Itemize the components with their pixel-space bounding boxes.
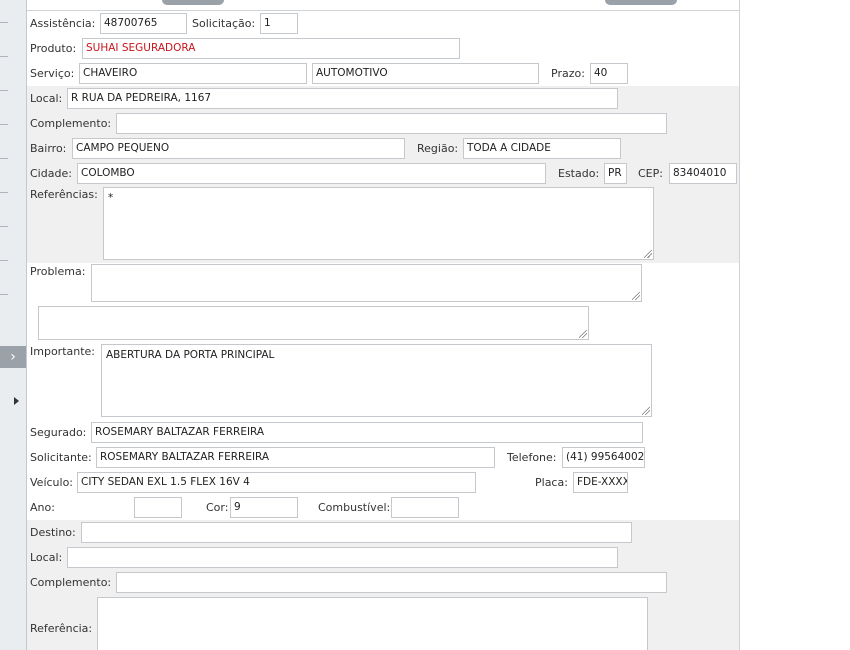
solicitacao-label: Solicitação:	[192, 17, 256, 30]
problema-textarea[interactable]	[91, 264, 642, 302]
segurado-label: Segurado:	[30, 426, 87, 439]
bairro-label: Bairro:	[30, 142, 67, 155]
top-toolbar	[27, 0, 739, 11]
problema-label: Problema:	[30, 265, 86, 278]
cidade-field[interactable]: COLOMBO	[77, 163, 546, 184]
servico-label: Serviço:	[30, 67, 75, 80]
sidebar-tick	[0, 192, 8, 193]
importante-text: ABERTURA DA PORTA PRINCIPAL	[106, 349, 275, 361]
toolbar-button[interactable]	[162, 0, 224, 5]
destino-label: Destino:	[30, 526, 76, 539]
cor-field[interactable]: 9	[230, 497, 298, 518]
service-form-panel: Assistência: 48700765 Solicitação: 1 Pro…	[27, 0, 740, 650]
destino-referencia-textarea[interactable]	[97, 597, 648, 650]
importante-textarea[interactable]: ABERTURA DA PORTA PRINCIPAL	[101, 344, 652, 417]
chevron-right-icon: ›	[10, 349, 16, 365]
assistencia-label: Assistência:	[30, 17, 96, 30]
referencias-text: *	[108, 192, 114, 204]
prazo-field[interactable]: 40	[590, 63, 628, 84]
placa-label: Placa:	[535, 476, 568, 489]
resize-grip-icon[interactable]	[632, 292, 640, 300]
complemento-field[interactable]	[116, 113, 667, 134]
destino-local-label: Local:	[30, 551, 63, 564]
veiculo-label: Veículo:	[30, 476, 74, 489]
solicitante-label: Solicitante:	[30, 451, 92, 464]
sidebar-tick	[0, 124, 8, 125]
produto-field[interactable]: SUHAI SEGURADORA	[82, 38, 460, 59]
estado-field[interactable]: PR	[604, 163, 627, 184]
ano-field[interactable]	[134, 497, 182, 518]
sidebar-tick	[0, 90, 8, 91]
local-label: Local:	[30, 92, 63, 105]
combustivel-label: Combustível:	[318, 501, 391, 514]
sidebar-tick	[0, 294, 8, 295]
left-sidebar: ›	[0, 0, 27, 650]
cep-label: CEP:	[638, 167, 663, 180]
telefone-label: Telefone:	[507, 451, 557, 464]
cidade-label: Cidade:	[30, 167, 72, 180]
bairro-field[interactable]: CAMPO PEQUENO	[72, 138, 405, 159]
resize-grip-icon[interactable]	[644, 250, 652, 258]
estado-label: Estado:	[558, 167, 600, 180]
produto-label: Produto:	[30, 42, 77, 55]
solicitacao-field[interactable]: 1	[260, 13, 298, 34]
referencias-textarea[interactable]: *	[103, 187, 654, 260]
telefone-field[interactable]: (41) 995640025	[562, 447, 645, 468]
sidebar-tick	[0, 260, 8, 261]
resize-grip-icon[interactable]	[642, 407, 650, 415]
destino-referencia-label: Referência:	[30, 622, 93, 635]
local-field[interactable]: R RUA DA PEDREIRA, 1167	[67, 88, 618, 109]
segurado-field[interactable]: ROSEMARY BALTAZAR FERREIRA	[91, 422, 643, 443]
destino-field[interactable]	[81, 522, 632, 543]
sidebar-tick	[0, 226, 8, 227]
destino-complemento-label: Complemento:	[30, 576, 112, 589]
destino-complemento-field[interactable]	[116, 572, 667, 593]
resize-grip-icon[interactable]	[579, 330, 587, 338]
veiculo-field[interactable]: CITY SEDAN EXL 1.5 FLEX 16V 4	[77, 472, 476, 493]
servico-field[interactable]: CHAVEIRO	[79, 63, 307, 84]
prazo-label: Prazo:	[551, 67, 585, 80]
regiao-label: Região:	[417, 142, 459, 155]
referencias-label: Referências:	[30, 188, 98, 201]
problema-extra-textarea[interactable]	[38, 306, 589, 340]
combustivel-field[interactable]	[391, 497, 459, 518]
ano-label: Ano:	[30, 501, 55, 514]
complemento-label: Complemento:	[30, 117, 112, 130]
sidebar-collapse-button[interactable]: ›	[0, 346, 26, 368]
sidebar-tick	[0, 158, 8, 159]
destino-local-field[interactable]	[67, 547, 618, 568]
triangle-right-icon[interactable]	[14, 397, 19, 405]
placa-field[interactable]: FDE-XXXX	[573, 472, 628, 493]
toolbar-button[interactable]	[605, 0, 677, 5]
assistencia-field[interactable]: 48700765	[100, 13, 187, 34]
servico-type-field[interactable]: AUTOMOTIVO	[312, 63, 539, 84]
importante-label: Importante:	[30, 345, 96, 358]
cep-field[interactable]: 83404010	[669, 163, 737, 184]
solicitante-field[interactable]: ROSEMARY BALTAZAR FERREIRA	[96, 447, 495, 468]
sidebar-tick	[0, 56, 8, 57]
cor-label: Cor:	[206, 501, 229, 514]
regiao-field[interactable]: TODA A CIDADE	[463, 138, 621, 159]
sidebar-tick	[0, 22, 8, 23]
